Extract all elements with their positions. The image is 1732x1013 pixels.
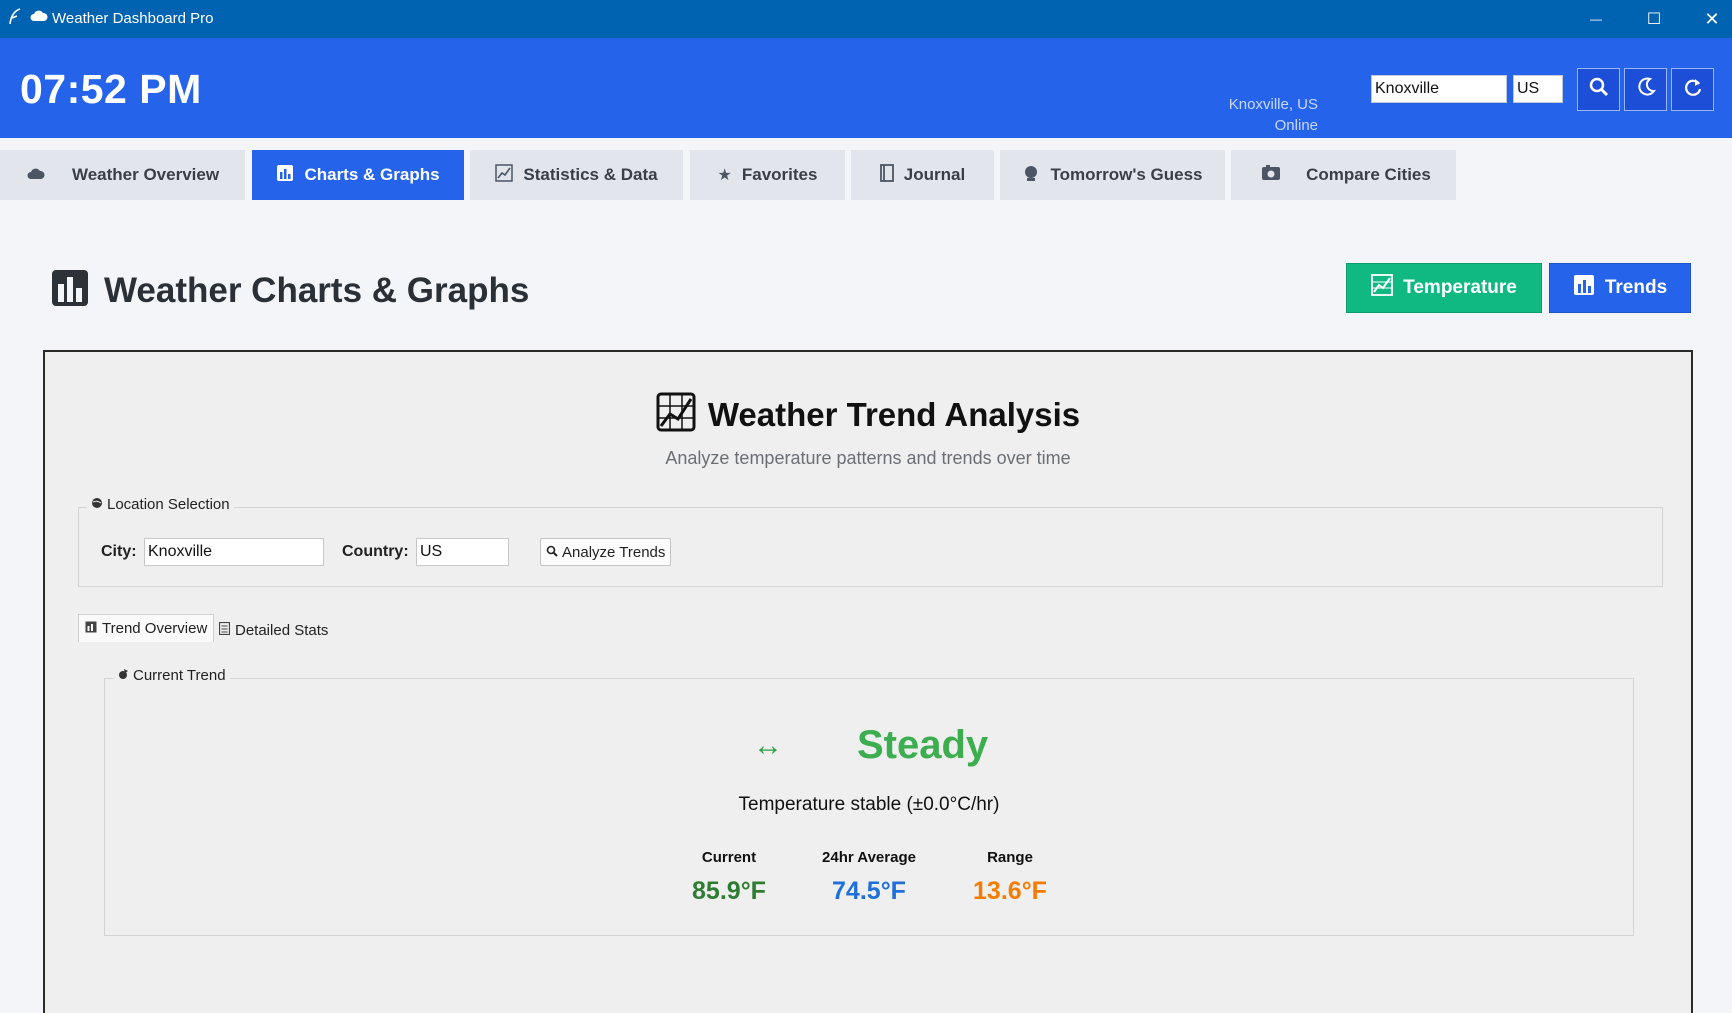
maximize-button[interactable]: ☐ [1625,0,1683,38]
clock: 07:52 PM [20,66,202,112]
group-legend: Current Trend [113,667,230,684]
tab-tomorrows-guess[interactable]: Tomorrow's Guess [1000,150,1225,200]
search-icon [546,544,558,561]
refresh-icon [1682,76,1704,103]
trend-title: Weather Trend Analysis [707,395,1081,433]
temperature-button[interactable]: Temperature [1346,263,1542,313]
location-selection-group: Location Selection City: Country: Analyz… [78,496,1663,587]
app-header: 07:52 PM Knoxville, US Online [0,38,1732,138]
range-stat-value: 13.6°F [973,877,1047,905]
close-icon: ✕ [1704,8,1720,29]
current-stat-label: Current [701,849,757,866]
trend-analysis-panel: Weather Trend Analysis Analyze temperatu… [43,350,1693,1013]
temperature-button-label: Temperature [1403,277,1517,298]
maximize-icon: ☐ [1646,11,1662,28]
chart-icon [276,164,294,187]
connection-status: Online [1274,117,1318,134]
analyze-trends-button[interactable]: Analyze Trends [540,538,672,566]
country-field[interactable] [416,538,509,566]
country-label: Country: [342,543,409,560]
trends-button-label: Trends [1604,277,1668,298]
current-location: Knoxville, US [1228,96,1318,113]
subtab-label: Trend Overview [102,620,208,637]
refresh-icon [117,667,129,684]
line-chart-icon [1371,274,1394,302]
tab-weather-overview[interactable]: Weather Overview [0,150,245,200]
minimize-button[interactable]: — [1567,0,1625,38]
page-title: Weather Charts & Graphs [104,270,530,310]
tab-label: Statistics & Data [523,165,658,184]
window-title: Weather Dashboard Pro [52,10,214,27]
trend-status: Steady [857,723,989,767]
city-label: City: [101,543,137,560]
document-icon [218,621,231,639]
trend-title-row: Weather Trend Analysis [45,392,1691,437]
tab-charts-graphs[interactable]: Charts & Graphs [252,150,464,200]
cloud-icon [26,165,46,186]
search-button[interactable] [1577,68,1620,111]
tab-statistics-data[interactable]: Statistics & Data [470,150,683,200]
current-trend-label: Current Trend [133,667,226,684]
theme-toggle-button[interactable] [1624,68,1667,111]
page-heading: Weather Charts & Graphs [50,268,529,313]
star-icon: ★ [717,167,732,184]
city-field[interactable] [144,538,324,566]
tab-label: Compare Cities [1306,165,1431,184]
subtab-trend-overview[interactable]: Trend Overview [78,614,215,642]
trends-button[interactable]: Trends [1549,263,1691,313]
tab-compare-cities[interactable]: Compare Cities [1231,150,1456,200]
location-selection-label: Location Selection [107,496,230,513]
analyze-trends-label: Analyze Trends [562,543,666,561]
average-stat-label: 24hr Average [822,849,916,866]
trend-arrow-icon: ↔ [753,729,783,762]
tab-label: Charts & Graphs [304,165,440,184]
refresh-button[interactable] [1671,68,1714,111]
subtab-label: Detailed Stats [235,621,329,639]
tab-journal[interactable]: Journal [851,150,994,200]
minimize-icon: — [1590,12,1602,26]
journal-icon [879,163,894,187]
search-icon [1588,76,1610,103]
bar-chart-icon [50,268,90,313]
current-trend-group: Current Trend ↔ Steady Temperature stabl… [104,667,1634,936]
line-chart-icon [495,163,514,187]
tab-label: Journal [903,165,966,184]
feather-icon [8,8,22,30]
location-status: Knoxville, US Online [1229,94,1318,136]
window-titlebar: Weather Dashboard Pro — ☐ ✕ [0,0,1732,38]
compare-icon [1261,164,1281,187]
tab-label: Tomorrow's Guess [1050,165,1203,184]
trend-chart-icon [656,392,696,437]
moon-icon [1635,76,1657,103]
main-tabbar: Weather Overview Charts & Graphs Statist… [0,150,1732,200]
trend-subtitle: Analyze temperature patterns and trends … [665,448,1071,468]
subtab-detailed-stats[interactable]: Detailed Stats [213,616,334,644]
average-stat-value: 74.5°F [832,877,906,905]
header-city-input[interactable] [1371,75,1507,103]
close-button[interactable]: ✕ [1683,0,1732,38]
current-stat-value: 85.9°F [692,877,766,905]
cloud-icon [30,8,48,28]
group-legend: Location Selection [87,496,234,513]
globe-icon [91,496,103,513]
chart-icon [85,620,97,637]
chart-icon [1573,274,1595,302]
crystal-ball-icon [1022,164,1040,187]
tab-label: Favorites [741,165,818,184]
tab-label: Weather Overview [71,165,220,184]
range-stat-label: Range [987,849,1033,866]
trend-description: Temperature stable (±0.0°C/hr) [738,794,1000,815]
header-country-input[interactable] [1513,75,1563,103]
tab-favorites[interactable]: ★ Favorites [690,150,845,200]
